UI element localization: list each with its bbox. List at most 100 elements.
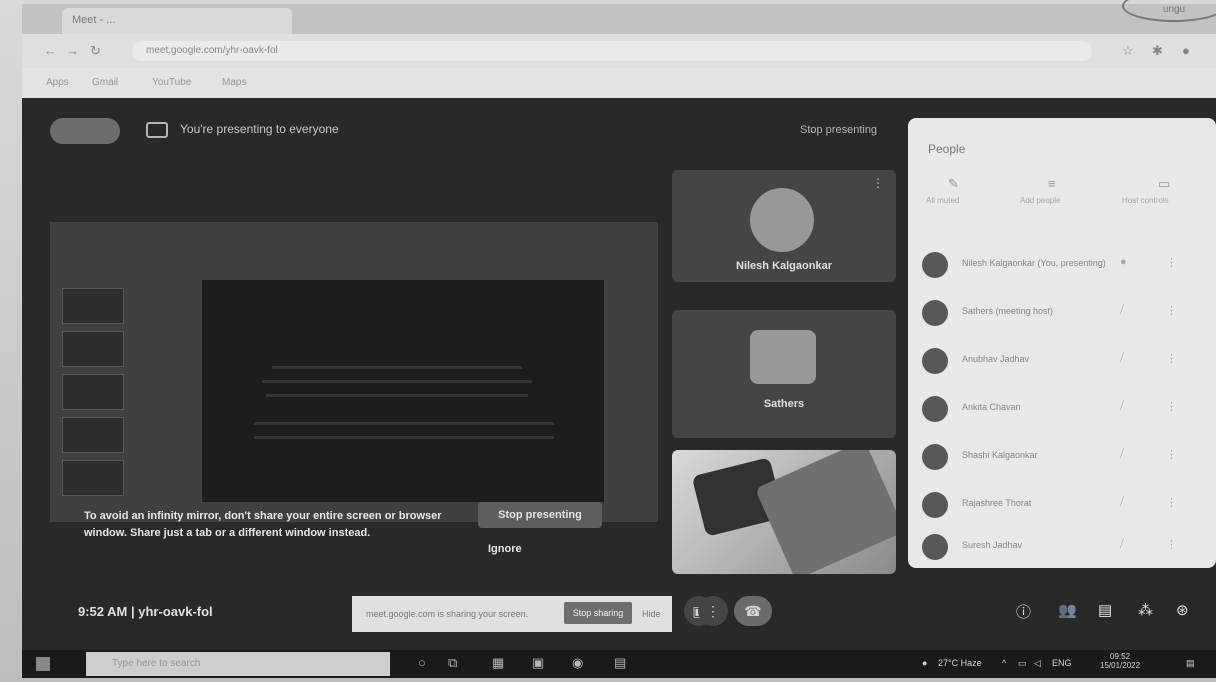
speaker-icon[interactable]: ◁ (1034, 658, 1041, 669)
person-avatar (922, 396, 948, 422)
host-controls-icon[interactable]: ⊛ (1176, 601, 1189, 619)
more-options-icon[interactable]: ⋮ (1166, 352, 1177, 365)
bookmark-youtube[interactable]: YouTube (152, 77, 191, 88)
stop-presenting-button[interactable]: Stop presenting (478, 502, 602, 528)
mic-icon[interactable]: ● (1120, 256, 1127, 268)
person-avatar (922, 492, 948, 518)
mic-off-icon[interactable]: ⧸ (1120, 538, 1124, 551)
person-name: Shashi Kalgaonkar (962, 450, 1038, 460)
bookmark-maps[interactable]: Maps (222, 77, 246, 88)
participant-tile[interactable]: Sathers (672, 310, 896, 438)
info-icon[interactable]: ⓘ (1016, 601, 1031, 622)
end-call-icon[interactable]: ☎ (734, 596, 772, 626)
separator: | (131, 604, 135, 619)
host-controls-icon[interactable]: ▭ (1158, 176, 1170, 192)
participant-tile[interactable]: Nilesh Kalgaonkar ⋮ (672, 170, 896, 282)
meet-window: You're presenting to everyone Stop prese… (22, 98, 1216, 650)
weather-icon[interactable]: ● (922, 658, 927, 668)
slide-thumbnail[interactable] (62, 460, 124, 496)
slide-text-line (262, 380, 532, 383)
add-people-label[interactable]: Add people (1020, 196, 1060, 205)
language-indicator[interactable]: ENG (1052, 658, 1072, 668)
slide-thumbnails (62, 288, 128, 498)
task-view-icon[interactable]: ⧉ (448, 655, 457, 671)
more-options-icon[interactable]: ⋮ (1166, 400, 1177, 413)
more-options-icon[interactable]: ⋮ (1166, 538, 1177, 551)
person-name: Suresh Jadhav (962, 540, 1023, 550)
mute-all-label[interactable]: All muted (926, 196, 959, 205)
self-camera-view (672, 450, 896, 574)
activities-icon[interactable]: ⁂ (1138, 601, 1153, 619)
person-row[interactable]: Anubhav Jadhav ⧸ ⋮ (922, 340, 1212, 382)
notifications-icon[interactable]: ▤ (1186, 658, 1195, 669)
mic-off-icon[interactable]: ⧸ (1120, 304, 1124, 317)
extension-icon[interactable]: ✱ (1152, 43, 1163, 59)
bookmark-gmail[interactable]: Gmail (92, 77, 118, 88)
store-icon[interactable]: ▣ (532, 655, 544, 671)
participant-name: Sathers (763, 398, 805, 410)
slide-thumbnail[interactable] (62, 331, 124, 367)
host-controls-label[interactable]: Host controls (1122, 196, 1169, 205)
more-options-icon[interactable]: ⋮ (1166, 304, 1177, 317)
clock-date: 15/01/2022 (1100, 661, 1141, 670)
add-people-icon[interactable]: ≡ (1048, 176, 1056, 191)
tray-chevron-icon[interactable]: ^ (1002, 658, 1006, 668)
forward-icon[interactable]: → (66, 43, 79, 58)
stop-presenting-link[interactable]: Stop presenting (800, 124, 877, 136)
back-icon[interactable]: ← (44, 43, 57, 58)
infinity-mirror-warning: To avoid an infinity mirror, don't share… (84, 510, 442, 539)
person-row[interactable]: Nilesh Kalgaonkar (You, presenting) ● ⋮ (922, 244, 1212, 286)
mute-all-icon[interactable]: ✎ (948, 176, 959, 192)
bookmark-apps[interactable]: Apps (46, 77, 69, 88)
profile-icon[interactable]: ● (1182, 43, 1190, 58)
person-row[interactable]: Ankita Chavan ⧸ ⋮ (922, 388, 1212, 430)
url-input[interactable]: meet.google.com/yhr-oavk-fol (132, 41, 1092, 61)
cortana-icon[interactable]: ○ (418, 655, 426, 670)
person-row[interactable]: Shashi Kalgaonkar ⧸ ⋮ (922, 436, 1212, 478)
presenting-text: You're presenting to everyone (180, 122, 339, 136)
taskbar-search-input[interactable]: Type here to search (86, 652, 390, 676)
person-row[interactable]: Sathers (meeting host) ⧸ ⋮ (922, 292, 1212, 334)
mic-off-icon[interactable]: ⧸ (1120, 496, 1124, 509)
more-options-icon[interactable]: ⋮ (872, 176, 884, 190)
mic-off-icon[interactable]: ⧸ (1120, 448, 1124, 461)
participant-avatar (750, 330, 816, 384)
people-icon[interactable]: 👥 (1058, 601, 1077, 619)
more-options-icon[interactable]: ⋮ (1166, 496, 1177, 509)
person-row[interactable]: Suresh Jadhav ⧸ ⋮ (922, 526, 1212, 568)
mic-off-icon[interactable]: ⧸ (1120, 352, 1124, 365)
slide-thumbnail[interactable] (62, 417, 124, 453)
person-avatar (922, 534, 948, 560)
chrome-icon[interactable]: ◉ (572, 655, 583, 671)
slide-thumbnail[interactable] (62, 374, 124, 410)
reload-icon[interactable]: ↻ (90, 43, 101, 59)
ignore-button[interactable]: Ignore (488, 543, 522, 555)
clock-time: 09:52 (1110, 652, 1131, 661)
hide-button[interactable]: Hide (642, 609, 661, 619)
app-icon[interactable]: ▤ (614, 655, 626, 671)
meeting-code: yhr-oavk-fol (138, 604, 213, 619)
meeting-details: 9:52 AM | yhr-oavk-fol (78, 604, 213, 619)
app-icon[interactable]: ▦ (492, 655, 504, 671)
slide-thumbnail[interactable] (62, 288, 124, 324)
person-row[interactable]: Rajashree Thorat ⧸ ⋮ (922, 484, 1212, 526)
browser-tab[interactable]: Meet - ... (62, 8, 292, 34)
weather-text[interactable]: 27°C Haze (938, 658, 982, 668)
person-avatar (922, 348, 948, 374)
people-panel: People ✎ ≡ ▭ All muted Add people Host c… (908, 118, 1216, 568)
clock[interactable]: 09:52 15/01/2022 (1100, 652, 1140, 670)
screen: Meet - ... ← → ↻ meet.google.com/yhr-oav… (22, 4, 1216, 678)
windows-start-icon[interactable] (36, 657, 50, 671)
shared-screen (50, 222, 658, 522)
person-name: Rajashree Thorat (962, 498, 1032, 508)
more-options-icon[interactable]: ⋮ (1166, 256, 1177, 269)
more-options-icon[interactable]: ⋮ (698, 596, 728, 626)
star-icon[interactable]: ☆ (1122, 43, 1134, 59)
browser-tab-strip: Meet - ... (22, 4, 1216, 34)
stop-sharing-button[interactable]: Stop sharing (564, 602, 632, 624)
chat-icon[interactable]: ▤ (1098, 601, 1112, 619)
network-icon[interactable]: ▭ (1018, 658, 1027, 669)
mic-off-icon[interactable]: ⧸ (1120, 400, 1124, 413)
more-options-icon[interactable]: ⋮ (1166, 448, 1177, 461)
person-name: Sathers (meeting host) (962, 306, 1054, 316)
